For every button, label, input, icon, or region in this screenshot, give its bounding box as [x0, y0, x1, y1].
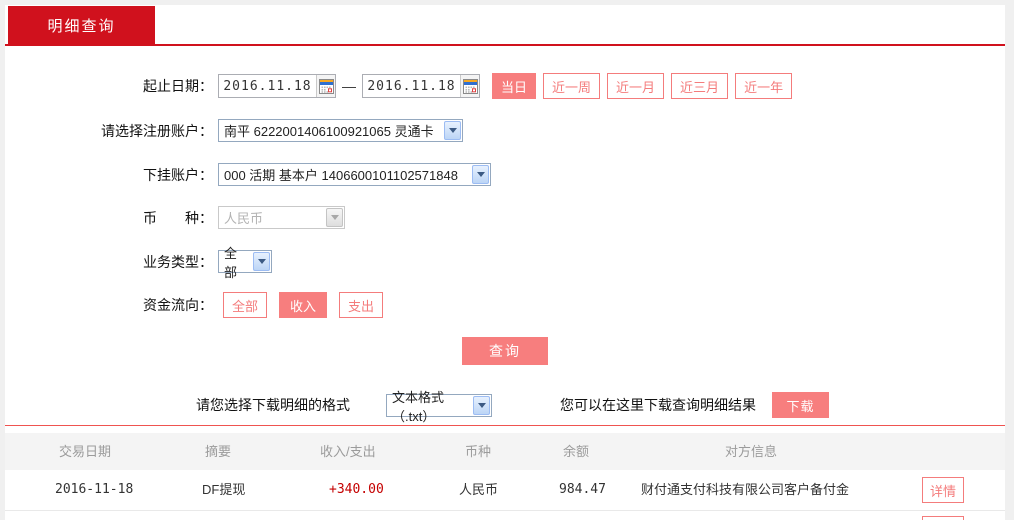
col-header-balance: 余额	[563, 444, 590, 459]
range-year-button[interactable]: 近一年	[735, 73, 793, 99]
register-account-row: 请选择注册账户： 南平 6222001406100921065 灵通卡	[5, 119, 1005, 142]
date-range-label: 起止日期：	[143, 78, 213, 94]
currency-label: 币 种：	[143, 209, 213, 226]
fund-flow-row: 资金流向： 全部 收入 支出	[5, 292, 1005, 318]
range-today-button[interactable]: 当日	[492, 73, 537, 99]
fund-flow-label: 资金流向：	[143, 297, 213, 313]
sub-account-label: 下挂账户：	[143, 166, 213, 183]
query-button[interactable]: 查询	[462, 337, 548, 365]
content-panel: 起止日期： 2016.11.18 — 2016.11.18 当日 近一周 近一月…	[5, 0, 1005, 520]
col-header-amount: 收入/支出	[320, 444, 376, 459]
calendar-icon[interactable]	[316, 75, 335, 97]
calendar-icon-svg	[318, 78, 334, 94]
cell-amount: +340.00	[329, 482, 384, 497]
calendar-icon-svg	[462, 78, 478, 94]
download-hint-label: 您可以在这里下载查询明细结果	[560, 397, 756, 413]
tab-underline	[5, 44, 1005, 46]
date-to-value: 2016.11.18	[367, 78, 456, 94]
date-to-input[interactable]: 2016.11.18	[362, 74, 480, 98]
register-account-label: 请选择注册账户：	[101, 122, 213, 139]
sub-account-value: 000 活期 基本户 1406600101102571848	[224, 168, 458, 183]
chevron-down-icon	[253, 252, 270, 271]
table-header: 交易日期 摘要 收入/支出 币种 余额 对方信息	[5, 433, 1005, 470]
col-header-currency: 币种	[465, 444, 492, 459]
flow-all-button[interactable]: 全部	[223, 292, 267, 318]
table-row: 2016-11-18 DF提现 +340.00 人民币 984.47 财付通支付…	[5, 470, 1005, 511]
register-account-value: 南平 6222001406100921065 灵通卡	[224, 124, 434, 139]
date-range-row: 起止日期： 2016.11.18 — 2016.11.18 当日 近一周 近一月…	[5, 73, 1005, 99]
col-header-summary: 摘要	[205, 444, 232, 459]
download-format-select[interactable]: 文本格式（.txt）	[386, 390, 492, 424]
date-from-input[interactable]: 2016.11.18	[218, 74, 336, 98]
chevron-down-icon	[444, 121, 461, 140]
business-type-select[interactable]: 全部	[218, 246, 272, 280]
business-type-label: 业务类型：	[143, 253, 213, 270]
range-week-button[interactable]: 近一周	[543, 73, 601, 99]
top-strip	[0, 0, 1014, 5]
cell-currency: 人民币	[459, 482, 499, 497]
download-format-label: 请您选择下载明细的格式	[196, 397, 350, 413]
chevron-down-icon	[472, 165, 489, 184]
flow-income-button[interactable]: 收入	[279, 292, 327, 318]
cell-summary: DF提现	[202, 482, 246, 497]
cell-balance: 984.47	[559, 482, 606, 497]
download-button[interactable]: 下载	[772, 392, 829, 418]
sub-account-row: 下挂账户： 000 活期 基本户 1406600101102571848	[5, 163, 1005, 186]
download-format-value: 文本格式（.txt）	[392, 389, 445, 424]
col-header-date: 交易日期	[59, 444, 112, 459]
currency-value: 人民币	[224, 211, 264, 226]
tab-detail-query[interactable]: 明细查询	[8, 6, 155, 44]
date-from-value: 2016.11.18	[223, 78, 312, 94]
register-account-select[interactable]: 南平 6222001406100921065 灵通卡	[218, 119, 463, 142]
result-divider	[5, 425, 1005, 426]
col-header-counterparty: 对方信息	[725, 444, 778, 459]
business-type-value: 全部	[224, 245, 238, 280]
currency-row: 币 种： 人民币	[5, 206, 1005, 229]
sub-account-select[interactable]: 000 活期 基本户 1406600101102571848	[218, 163, 491, 186]
download-row: 请您选择下载明细的格式 文本格式（.txt） 您可以在这里下载查询明细结果 下载	[5, 390, 1005, 424]
cell-date: 2016-11-18	[55, 482, 134, 497]
calendar-icon[interactable]	[460, 75, 479, 97]
date-separator: —	[342, 78, 356, 94]
detail-query-screen: 起止日期： 2016.11.18 — 2016.11.18 当日 近一周 近一月…	[0, 0, 1014, 520]
chevron-down-icon	[326, 208, 343, 227]
cell-counterparty: 财付通支付科技有限公司客户备付金	[641, 482, 850, 497]
currency-select: 人民币	[218, 206, 345, 229]
detail-button[interactable]: 详情	[922, 516, 964, 520]
detail-button[interactable]: 详情	[922, 477, 964, 503]
range-quarter-button[interactable]: 近三月	[671, 73, 729, 99]
flow-expense-button[interactable]: 支出	[339, 292, 383, 318]
date-range-controls: 2016.11.18 — 2016.11.18 当日 近一周 近一月 近三月 近…	[218, 73, 793, 99]
chevron-down-icon	[473, 396, 490, 415]
range-month-button[interactable]: 近一月	[607, 73, 665, 99]
business-type-row: 业务类型： 全部	[5, 246, 1005, 280]
